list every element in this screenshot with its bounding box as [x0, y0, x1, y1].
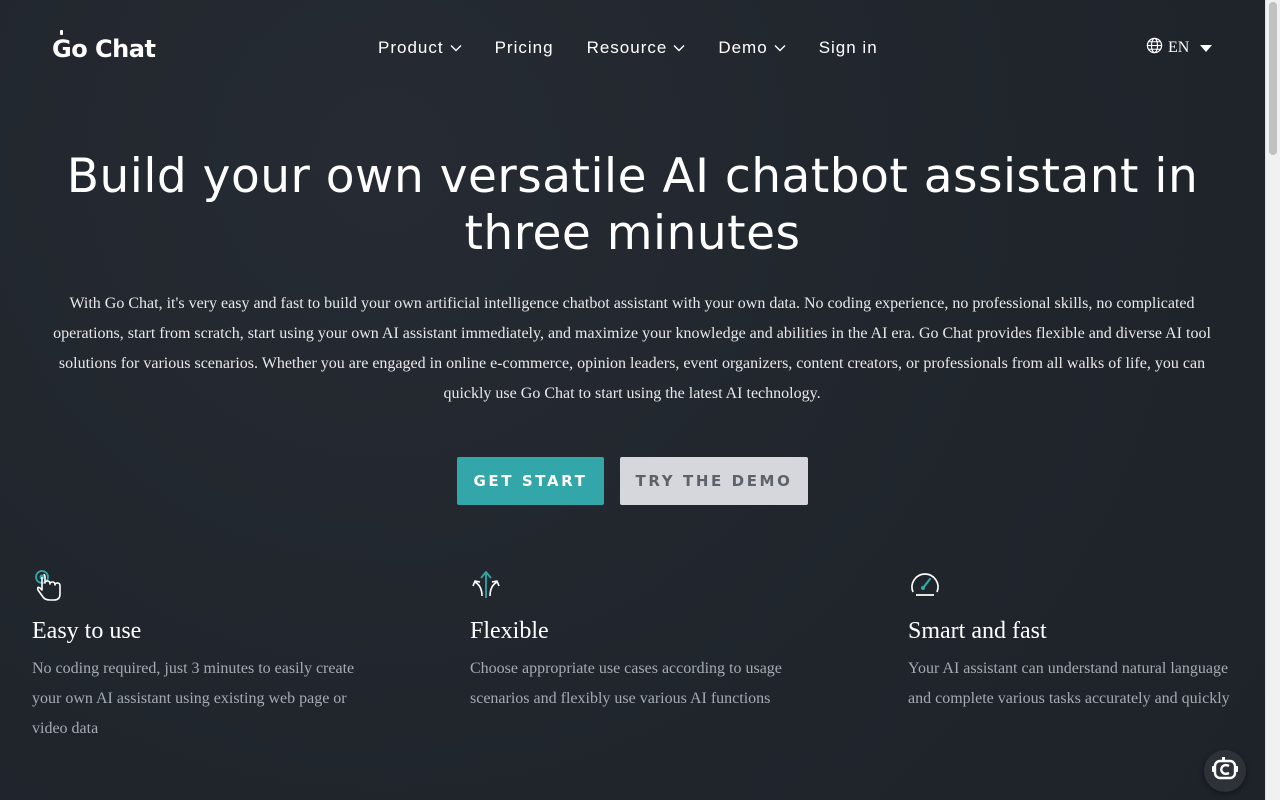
main-nav: Product Pricing Resource Demo Sign in — [378, 36, 878, 60]
caret-down-icon — [1200, 44, 1213, 52]
nav-item-label: Pricing — [494, 38, 554, 57]
nav-item-label: Demo — [718, 38, 768, 57]
feature-flexible: Flexible Choose appropriate use cases ac… — [470, 568, 810, 714]
scrollbar-thumb[interactable] — [1269, 2, 1277, 155]
brand-logo[interactable]: Go Chat — [52, 30, 156, 65]
language-selector[interactable]: EN — [1146, 37, 1213, 59]
speedometer-icon — [908, 568, 942, 602]
feature-title: Flexible — [470, 618, 549, 644]
logo-mark: Go Chat — [52, 30, 156, 63]
feature-title: Smart and fast — [908, 618, 1047, 644]
pointer-hand-icon — [32, 568, 66, 602]
feature-text: Choose appropriate use cases according t… — [470, 660, 782, 707]
chevron-down-icon — [450, 44, 462, 52]
nav-item-demo[interactable]: Demo — [718, 38, 786, 58]
page-scrollbar[interactable] — [1265, 0, 1280, 800]
try-demo-button[interactable]: TRY THE DEMO — [620, 457, 808, 505]
site-header: Go Chat Product Pricing Resource Demo Si… — [0, 0, 1265, 96]
brand-name: Go Chat — [52, 35, 156, 63]
chevron-down-icon — [774, 44, 786, 52]
chat-launcher-button[interactable] — [1204, 750, 1246, 792]
feature-title: Easy to use — [32, 618, 142, 644]
chevron-down-icon — [673, 44, 685, 52]
hero-title: Build your own versatile AI chatbot assi… — [66, 149, 1199, 261]
nav-item-pricing[interactable]: Pricing — [495, 38, 554, 58]
feature-text: Your AI assistant can understand natural… — [908, 660, 1230, 707]
nav-item-resource[interactable]: Resource — [587, 38, 686, 58]
get-start-button[interactable]: GET START — [457, 457, 604, 505]
nav-item-label: Sign in — [818, 38, 878, 57]
globe-icon — [1146, 37, 1163, 59]
branching-arrows-icon — [470, 568, 504, 602]
nav-item-sign-in[interactable]: Sign in — [819, 38, 878, 58]
nav-item-product[interactable]: Product — [378, 38, 462, 58]
feature-easy-to-use: Easy to use No coding required, just 3 m… — [32, 568, 372, 744]
feature-text: No coding required, just 3 minutes to ea… — [32, 660, 355, 737]
hero-description: With Go Chat, it's very easy and fast to… — [53, 295, 1211, 402]
chat-bot-icon — [1210, 754, 1240, 789]
language-label: EN — [1168, 39, 1190, 56]
nav-item-label: Resource — [586, 38, 668, 57]
nav-item-label: Product — [378, 38, 444, 57]
feature-smart-and-fast: Smart and fast Your AI assistant can und… — [908, 568, 1238, 714]
